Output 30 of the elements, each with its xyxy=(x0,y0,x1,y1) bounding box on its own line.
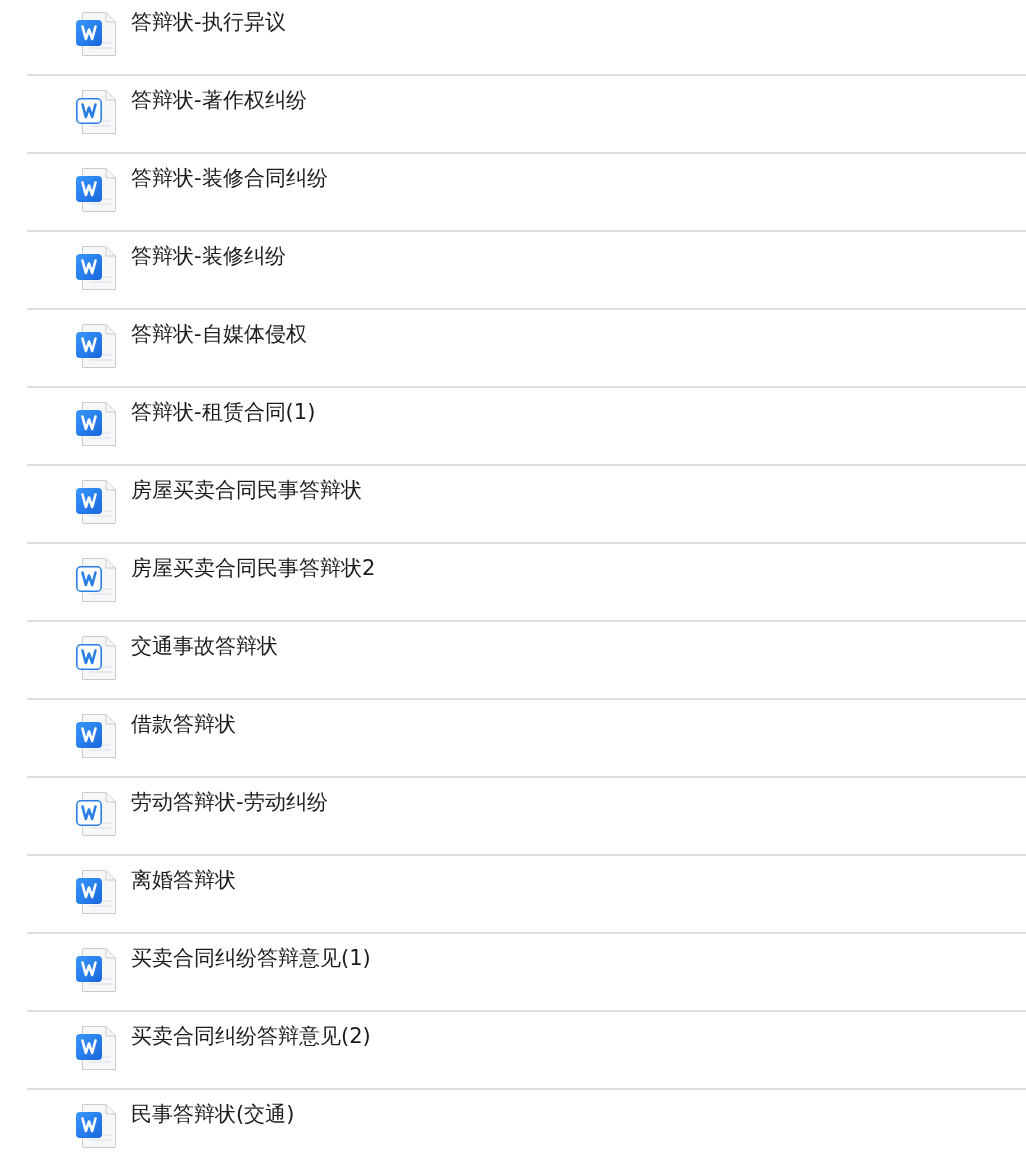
file-name[interactable]: 答辩状-自媒体侵权 xyxy=(131,319,307,349)
file-name[interactable]: 交通事故答辩状 xyxy=(131,631,278,661)
file-name[interactable]: 答辩状-租赁合同(1) xyxy=(131,397,316,427)
document-icon xyxy=(76,324,116,368)
document-icon xyxy=(76,480,116,524)
document-icon xyxy=(76,792,116,836)
file-name[interactable]: 离婚答辩状 xyxy=(131,865,236,895)
document-icon xyxy=(76,1026,116,1070)
file-name[interactable]: 答辩状-著作权纠纷 xyxy=(131,85,307,115)
file-name[interactable]: 答辩状-装修合同纠纷 xyxy=(131,163,328,193)
file-name[interactable]: 答辩状-执行异议 xyxy=(131,7,286,37)
file-name[interactable]: 买卖合同纠纷答辩意见(2) xyxy=(131,1021,371,1051)
document-icon xyxy=(76,12,116,56)
document-icon xyxy=(76,1104,116,1148)
file-name[interactable]: 民事答辩状(交通) xyxy=(131,1099,295,1129)
file-name[interactable]: 劳动答辩状-劳动纠纷 xyxy=(131,787,328,817)
document-icon xyxy=(76,714,116,758)
file-name[interactable]: 答辩状-装修纠纷 xyxy=(131,241,286,271)
file-name[interactable]: 买卖合同纠纷答辩意见(1) xyxy=(131,943,371,973)
document-icon xyxy=(76,90,116,134)
document-icon xyxy=(76,402,116,446)
file-name[interactable]: 房屋买卖合同民事答辩状 xyxy=(131,475,362,505)
document-icon xyxy=(76,948,116,992)
file-name[interactable]: 房屋买卖合同民事答辩状2 xyxy=(131,553,376,583)
file-name[interactable]: 借款答辩状 xyxy=(131,709,236,739)
document-icon xyxy=(76,636,116,680)
document-icon xyxy=(76,168,116,212)
document-icon xyxy=(76,246,116,290)
document-icon xyxy=(76,558,116,602)
document-icon xyxy=(76,870,116,914)
